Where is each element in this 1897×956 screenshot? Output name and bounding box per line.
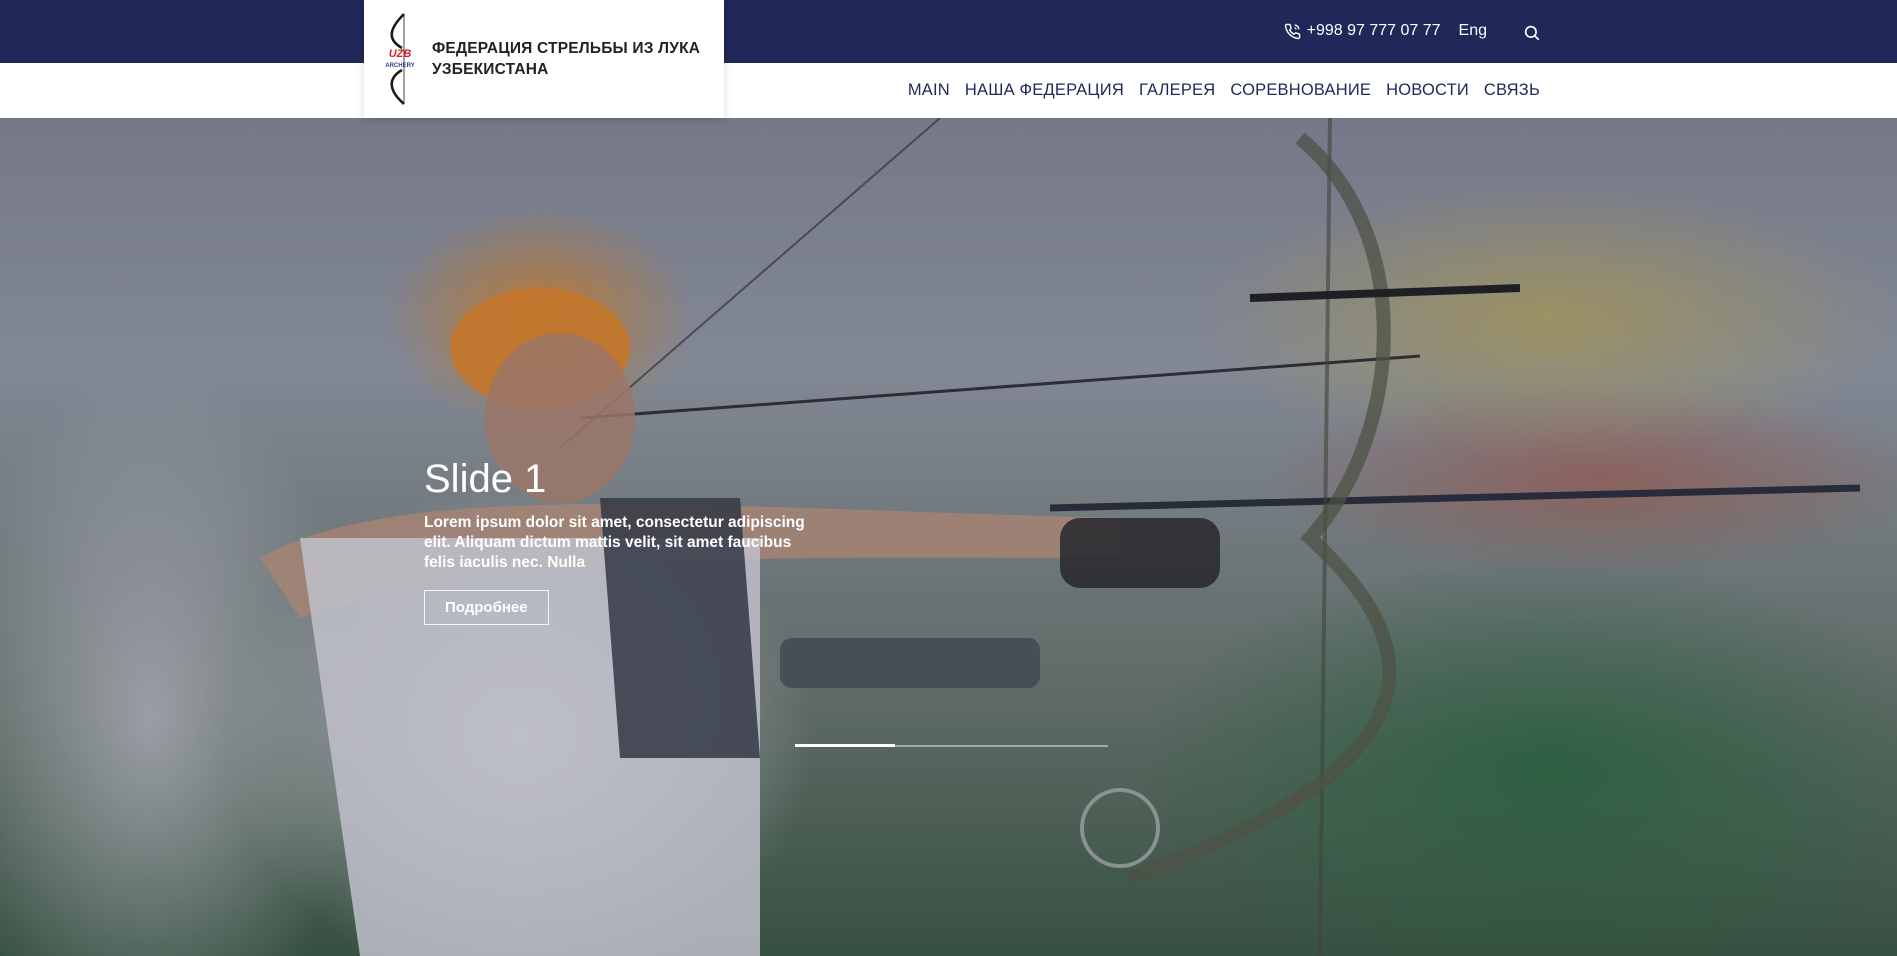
top-bar: +998 97 777 07 77 Eng bbox=[0, 0, 1897, 63]
nav-item-contact[interactable]: СВЯЗЬ bbox=[1484, 81, 1540, 100]
phone-icon bbox=[1284, 23, 1300, 39]
slider-pagination-active bbox=[795, 744, 895, 747]
slider-pagination[interactable] bbox=[795, 744, 1108, 747]
hero-background-image bbox=[260, 118, 1861, 956]
slide-text: Lorem ipsum dolor sit amet, consectetur … bbox=[424, 514, 805, 571]
bow-logo-icon: UZB ARCHERY bbox=[385, 13, 415, 105]
nav-item-news[interactable]: НОВОСТИ bbox=[1386, 81, 1469, 100]
main-navigation: MAIN НАША ФЕДЕРАЦИЯ ГАЛЕРЕЯ СОРЕВНОВАНИЕ… bbox=[0, 63, 1897, 118]
hero-slider: Slide 1 Lorem ipsum dolor sit amet, cons… bbox=[0, 118, 1897, 956]
language-switch[interactable]: Eng bbox=[1459, 22, 1487, 40]
search-icon[interactable] bbox=[1523, 24, 1541, 42]
phone-link[interactable]: +998 97 777 07 77 bbox=[1284, 22, 1441, 40]
header-contacts: +998 97 777 07 77 Eng bbox=[1284, 22, 1487, 40]
federation-name: ФЕДЕРАЦИЯ СТРЕЛЬБЫ ИЗ ЛУКА УЗБЕКИСТАНА bbox=[432, 40, 701, 78]
svg-text:UZB: UZB bbox=[389, 48, 412, 60]
phone-number: +998 97 777 07 77 bbox=[1306, 22, 1441, 39]
slide-title: Slide 1 bbox=[424, 457, 547, 501]
logo[interactable]: UZB ARCHERY ФЕДЕРАЦИЯ СТРЕЛЬБЫ ИЗ ЛУКА У… bbox=[364, 0, 724, 118]
nav-item-competition[interactable]: СОРЕВНОВАНИЕ bbox=[1230, 81, 1371, 100]
nav-item-main[interactable]: MAIN bbox=[908, 81, 950, 100]
slide-content: Slide 1 Lorem ipsum dolor sit amet, cons… bbox=[424, 455, 844, 625]
nav-menu: MAIN НАША ФЕДЕРАЦИЯ ГАЛЕРЕЯ СОРЕВНОВАНИЕ… bbox=[908, 81, 1540, 100]
svg-text:ARCHERY: ARCHERY bbox=[385, 63, 414, 69]
nav-item-federation[interactable]: НАША ФЕДЕРАЦИЯ bbox=[965, 81, 1124, 100]
more-button[interactable]: Подробнее bbox=[424, 590, 549, 625]
nav-item-gallery[interactable]: ГАЛЕРЕЯ bbox=[1139, 81, 1215, 100]
